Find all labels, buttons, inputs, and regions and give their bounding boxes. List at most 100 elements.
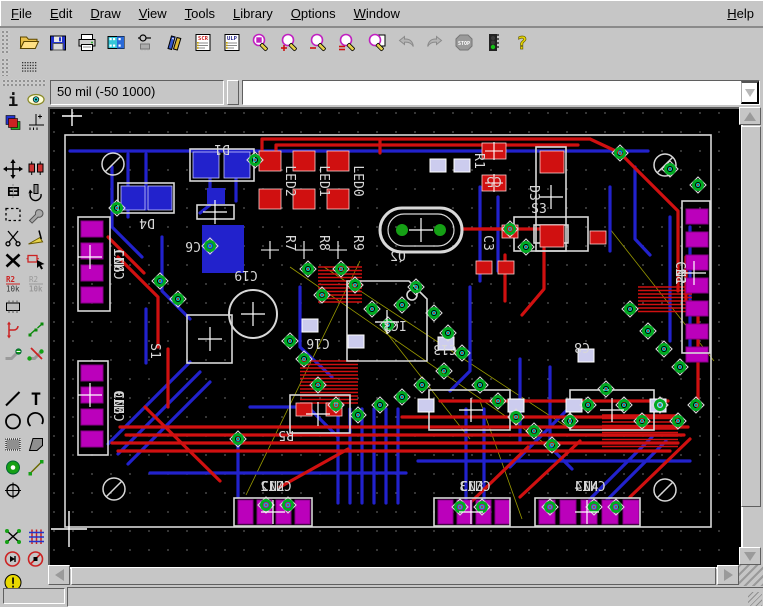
wire-tool-button[interactable] — [1, 387, 24, 410]
horizontal-scrollbar-thumb[interactable] — [71, 567, 716, 585]
zoom-in-button[interactable] — [276, 30, 303, 55]
mirror-tool-button[interactable]: EE — [1, 180, 24, 203]
auto-tool-button[interactable] — [24, 525, 47, 548]
library-button[interactable] — [160, 30, 187, 55]
pcb-canvas[interactable]: D1D4LED2LED1LED0R7R8R9R1C5D3S3C3Q2C6C19I… — [50, 109, 737, 563]
help-button[interactable]: ? — [508, 30, 535, 55]
zoom-fit-button[interactable] — [247, 30, 274, 55]
copy-tool-button[interactable] — [24, 157, 47, 180]
zoom-out-icon — [308, 32, 330, 53]
menu-edit[interactable]: Edit — [41, 3, 81, 24]
stop-button[interactable]: STOP — [450, 30, 477, 55]
coordinate-display: 50 mil (-50 1000) — [50, 80, 224, 105]
menu-file[interactable]: File — [2, 3, 41, 24]
menu-library[interactable]: Library — [224, 3, 282, 24]
zoom-select-icon — [366, 32, 388, 53]
eagle-board-editor-window: { "menubar": { "items": [ {"label": "Fil… — [0, 0, 763, 607]
cam-processor-button[interactable] — [102, 30, 129, 55]
palette-empty-cell — [24, 295, 47, 318]
polygon-tool-button[interactable] — [24, 433, 47, 456]
svg-text:R8: R8 — [316, 235, 331, 251]
parameter-toolbar-drag-handle[interactable] — [1, 58, 10, 76]
run-ulp-button[interactable]: ULP — [218, 30, 245, 55]
undo-icon — [395, 32, 417, 53]
value-tool-button[interactable]: R210k — [24, 272, 47, 295]
window-resize-grip[interactable] — [748, 592, 762, 606]
run-script-button[interactable]: SCR — [189, 30, 216, 55]
cut-tool-button[interactable] — [1, 226, 24, 249]
scroll-right-button[interactable] — [717, 565, 739, 585]
save-button[interactable] — [44, 30, 71, 55]
palette-drag-handle[interactable] — [2, 79, 46, 86]
command-input[interactable] — [243, 81, 741, 104]
scroll-up-button[interactable] — [739, 107, 761, 125]
menu-help[interactable]: Help — [718, 3, 763, 24]
display-tool-button[interactable] — [1, 111, 24, 134]
zoom-redraw-button[interactable] — [334, 30, 361, 55]
svg-text:10k: 10k — [6, 285, 20, 294]
text-icon: T — [25, 388, 47, 409]
horizontal-scrollbar[interactable] — [48, 565, 739, 586]
arc-tool-button[interactable] — [24, 410, 47, 433]
grid-button[interactable] — [15, 57, 42, 77]
route-tool-button[interactable] — [1, 341, 24, 364]
via-tool-button[interactable] — [1, 456, 24, 479]
ripup-tool-button[interactable] — [24, 341, 47, 364]
menu-options[interactable]: Options — [282, 3, 345, 24]
zoom-out-button[interactable] — [305, 30, 332, 55]
group-tool-button[interactable] — [1, 203, 24, 226]
errors-tool-button[interactable] — [24, 548, 47, 571]
board-schematic-switch-button[interactable] — [131, 30, 158, 55]
optimize-tool-button[interactable] — [24, 318, 47, 341]
parameter-toolbar — [0, 56, 763, 78]
move-icon — [2, 158, 24, 179]
mark-tool-button[interactable] — [24, 111, 47, 134]
vertical-scrollbar-thumb[interactable] — [741, 126, 761, 507]
menu-view[interactable]: View — [130, 3, 176, 24]
zoom-select-button[interactable] — [363, 30, 390, 55]
rotate-tool-button[interactable] — [24, 180, 47, 203]
add-tool-button[interactable] — [24, 249, 47, 272]
move-tool-button[interactable] — [1, 157, 24, 180]
scroll-down-button[interactable] — [739, 547, 761, 565]
undo-button[interactable] — [392, 30, 419, 55]
info-tool-button[interactable]: i — [1, 88, 24, 111]
name-tool-button[interactable]: R210k — [1, 272, 24, 295]
go-traffic-light-button[interactable] — [479, 30, 506, 55]
open-button[interactable] — [15, 30, 42, 55]
hole-tool-button[interactable] — [1, 479, 24, 502]
svg-text:C19: C19 — [234, 267, 257, 282]
rect-tool-button[interactable] — [1, 433, 24, 456]
delete-tool-button[interactable] — [1, 249, 24, 272]
signal-tool-button[interactable] — [24, 456, 47, 479]
open-icon — [18, 32, 40, 53]
split-icon — [2, 319, 24, 340]
svg-text:Q2: Q2 — [390, 250, 406, 265]
svg-text:C13: C13 — [433, 341, 456, 356]
change-icon — [25, 204, 47, 225]
info-icon: i — [2, 89, 24, 110]
toolbar-drag-handle[interactable] — [1, 30, 10, 54]
paste-tool-button[interactable] — [24, 226, 47, 249]
split-tool-button[interactable] — [1, 318, 24, 341]
drc-tool-button[interactable] — [1, 548, 24, 571]
redo-button[interactable] — [421, 30, 448, 55]
text-tool-button[interactable]: T — [24, 387, 47, 410]
svg-text:LED1: LED1 — [316, 165, 331, 196]
change-tool-button[interactable] — [24, 203, 47, 226]
add-icon — [25, 250, 47, 271]
circle-tool-button[interactable] — [1, 410, 24, 433]
smash-tool-button[interactable] — [1, 295, 24, 318]
stop-icon: STOP — [453, 32, 475, 53]
vertical-scrollbar[interactable] — [739, 107, 763, 565]
menu-draw[interactable]: Draw — [81, 3, 129, 24]
scroll-left-button[interactable] — [48, 565, 70, 585]
svg-text:C3: C3 — [480, 235, 495, 251]
menu-window[interactable]: Window — [345, 3, 409, 24]
show-tool-button[interactable] — [24, 88, 47, 111]
menu-tools[interactable]: Tools — [176, 3, 224, 24]
print-button[interactable] — [73, 30, 100, 55]
ratsnest-tool-button[interactable] — [1, 525, 24, 548]
svg-text:E: E — [12, 185, 19, 199]
command-history-dropdown-button[interactable] — [741, 81, 759, 104]
